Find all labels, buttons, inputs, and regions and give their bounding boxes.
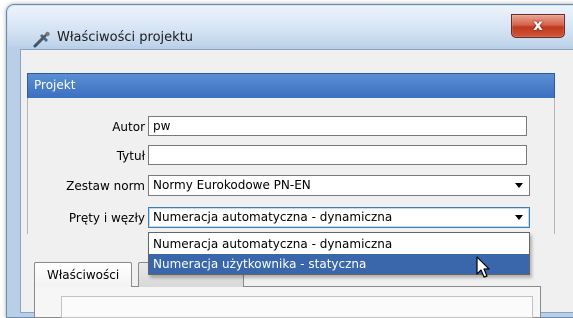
window-title: Właściwości projektu <box>57 30 194 45</box>
wrench-hammer-icon <box>33 31 50 48</box>
mouse-cursor-icon <box>476 256 490 278</box>
dropdown-option-highlighted[interactable]: Numeracja użytkownika - statyczna <box>149 254 529 274</box>
tab-panel-content <box>61 296 533 318</box>
prety-label: Pręty i węzły <box>68 211 145 225</box>
tab-label: Właściwości <box>47 268 120 282</box>
norms-label: Zestaw norm <box>66 179 145 193</box>
group-header: Projekt <box>27 73 555 99</box>
title-bar[interactable]: Właściwości projektu <box>7 5 573 51</box>
tytul-input[interactable] <box>148 145 527 165</box>
tytul-label: Tytuł <box>116 149 145 163</box>
norms-select-value: Normy Eurokodowe PN-EN <box>153 178 311 192</box>
norms-select[interactable]: Normy Eurokodowe PN-EN <box>148 175 530 196</box>
close-icon: x <box>533 16 543 34</box>
prety-select[interactable]: Numeracja automatyczna - dynamiczna <box>148 207 530 228</box>
prety-select-value: Numeracja automatyczna - dynamiczna <box>153 210 393 224</box>
autor-input[interactable]: pw <box>148 116 527 136</box>
prety-dropdown-list: Numeracja automatyczna - dynamiczna Nume… <box>148 232 530 275</box>
autor-label: Autor <box>112 120 145 134</box>
chevron-down-icon[interactable] <box>515 215 523 220</box>
tab-wlasciwosci[interactable]: Właściwości <box>34 262 133 287</box>
chevron-down-icon[interactable] <box>515 183 523 188</box>
dropdown-option[interactable]: Numeracja automatyczna - dynamiczna <box>149 234 529 254</box>
group-header-title: Projekt <box>34 78 76 92</box>
close-button[interactable]: x <box>511 14 565 38</box>
